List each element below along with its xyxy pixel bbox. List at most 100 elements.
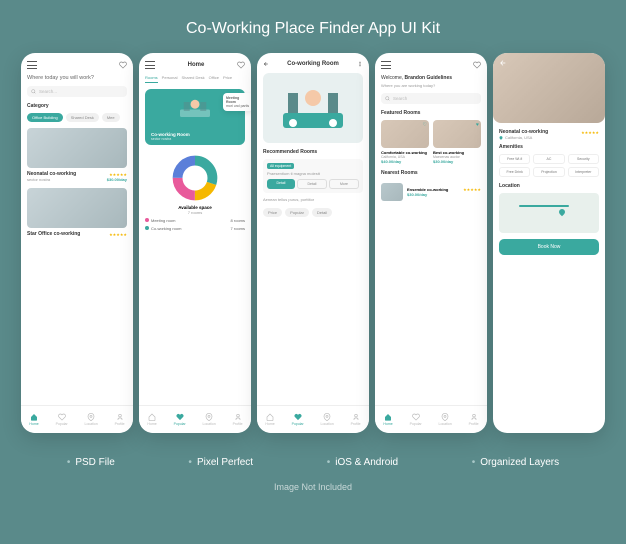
search-placeholder: Search <box>393 96 407 101</box>
amenity-interpreter: Interpreter <box>568 167 599 177</box>
book-button[interactable]: Book Now <box>499 239 599 255</box>
hero-card[interactable]: Co-working Roomsector nostra Meeting Roo… <box>145 89 245 145</box>
search-input[interactable]: Search... <box>27 86 127 97</box>
chip-office[interactable]: Office Building <box>27 113 63 122</box>
welcome-question: Where you are working today? <box>381 83 481 88</box>
nav-home[interactable]: Home <box>383 413 392 426</box>
nav-profile[interactable]: Profile <box>115 413 125 426</box>
chip-shared[interactable]: Shared Desk <box>66 113 99 122</box>
filter-price[interactable]: Price <box>263 208 282 217</box>
nav-popular[interactable]: Popular <box>410 413 422 426</box>
amenity-security: Security <box>568 154 599 164</box>
filter-tabs: Rooms Personal Shared Desk Office Price <box>145 75 245 83</box>
nav-profile[interactable]: Profile <box>469 413 479 426</box>
listing-image <box>27 128 127 168</box>
listing-2[interactable]: Star Office co-working★★★★★ <box>27 188 127 237</box>
description: Aenean tellus purus, porttitor <box>263 197 363 202</box>
chip-meeting[interactable]: Mee <box>102 113 120 122</box>
filter-popular[interactable]: Popular <box>285 208 309 217</box>
tab-personal[interactable]: Personal <box>162 75 178 83</box>
detail-btn[interactable]: Detail <box>267 179 295 189</box>
rec-sub: Praesentium ti magna molestt <box>267 171 359 176</box>
listing-title: Star Office co-working <box>27 231 80 237</box>
amenity-drink: Free Drink <box>499 167 530 177</box>
featured-label: Featured Rooms <box>381 110 481 116</box>
listing-image <box>27 188 127 228</box>
pin-icon <box>499 136 503 140</box>
back-icon[interactable] <box>263 61 269 67</box>
search-icon <box>31 89 36 94</box>
feature-layers: Organized Layers <box>472 457 559 468</box>
feature-ios: iOS & Android <box>327 457 398 468</box>
listing-price: $30.00/day <box>107 177 127 182</box>
back-icon[interactable] <box>499 59 507 67</box>
nav-profile[interactable]: Profile <box>233 413 243 426</box>
feature-list: PSD File Pixel Perfect iOS & Android Org… <box>0 433 626 476</box>
nav-popular[interactable]: Popular <box>56 413 68 426</box>
tab-rooms[interactable]: Rooms <box>145 75 158 83</box>
hero-sub: sector nostra <box>151 137 190 141</box>
search-input[interactable]: Search <box>381 93 481 104</box>
more-icon[interactable] <box>357 61 363 67</box>
nav-location[interactable]: Location <box>439 413 452 426</box>
nav-location[interactable]: Location <box>203 413 216 426</box>
bottom-nav: Home Popular Location Profile <box>21 405 133 433</box>
featured-price: $40.00/day <box>381 159 429 164</box>
nav-home[interactable]: Home <box>29 413 38 426</box>
page-title: Co-Working Place Finder App UI Kit <box>0 0 626 53</box>
tab-shared[interactable]: Shared Desk <box>181 75 204 83</box>
screen-search: Where today you will work? Search... Cat… <box>21 53 133 433</box>
heart-icon[interactable] <box>473 61 481 69</box>
amenities-grid: Free Wi-fi AC Security Free Drink Projec… <box>499 154 599 177</box>
menu-icon[interactable] <box>381 61 391 69</box>
heart-icon[interactable]: ♥ <box>476 122 479 128</box>
category-label: Category <box>27 103 127 109</box>
donut-chart <box>172 155 218 201</box>
stat-meeting: Meeting room8 rooms <box>145 218 245 223</box>
meeting-card[interactable]: Meeting Roommori und partis <box>223 93 251 111</box>
feature-pixel: Pixel Perfect <box>188 457 253 468</box>
nav-home[interactable]: Home <box>265 413 274 426</box>
listing-1[interactable]: Neonatal co-working★★★★★ sector nostra$3… <box>27 128 127 182</box>
recommended-card: All equipment Praesentium ti magna moles… <box>263 159 363 193</box>
screen-home: Home Rooms Personal Shared Desk Office P… <box>139 53 251 433</box>
screen-welcome: Welcome, Brandon Guidelines Where you ar… <box>375 53 487 433</box>
location-row: California, USA <box>499 135 599 140</box>
menu-icon[interactable] <box>27 61 37 69</box>
tab-price[interactable]: Price <box>223 75 232 83</box>
footer-note: Image Not Included <box>0 476 626 492</box>
nav-popular[interactable]: Popular <box>174 413 186 426</box>
featured-price: $30.00/day <box>433 159 481 164</box>
rating-stars: ★★★★★ <box>109 172 127 177</box>
nav-location[interactable]: Location <box>85 413 98 426</box>
nearest-image <box>381 183 403 201</box>
screen-room-detail: Co-working Room Recommended Rooms All eq… <box>257 53 369 433</box>
rating-stars: ★★★★★ <box>463 187 481 192</box>
filter-detail[interactable]: Detail <box>312 208 332 217</box>
featured-card-1[interactable]: ♡ Comfortable co-working California, USA… <box>381 120 429 164</box>
detail-btn-2[interactable]: Detail <box>297 179 327 189</box>
featured-card-2[interactable]: ♥ Best co-working Maecenas auctor $30.00… <box>433 120 481 164</box>
listing-sub: sector nostra <box>27 177 50 182</box>
heart-icon[interactable] <box>119 61 127 69</box>
location-label: Location <box>499 183 599 189</box>
room-illustration <box>263 73 363 143</box>
nearest-item[interactable]: Ensemble co-working★★★★★ $30.00/day <box>381 180 481 204</box>
detail-hero-image <box>493 53 605 123</box>
phone-mockups: Where today you will work? Search... Cat… <box>0 53 626 433</box>
search-icon <box>385 96 390 101</box>
tab-office[interactable]: Office <box>209 75 219 83</box>
amenity-projection: Projection <box>533 167 564 177</box>
nav-location[interactable]: Location <box>321 413 334 426</box>
nav-home[interactable]: Home <box>147 413 156 426</box>
screen-booking: Neonatal co-working★★★★★ California, USA… <box>493 53 605 433</box>
more-btn[interactable]: More <box>329 179 359 189</box>
map-view[interactable] <box>499 193 599 233</box>
nav-popular[interactable]: Popular <box>292 413 304 426</box>
bottom-nav: Home Popular Location Profile <box>257 405 369 433</box>
heart-icon[interactable] <box>237 61 245 69</box>
nav-profile[interactable]: Profile <box>351 413 361 426</box>
menu-icon[interactable] <box>145 61 155 69</box>
heart-icon[interactable]: ♡ <box>423 122 427 128</box>
amenity-ac: AC <box>533 154 564 164</box>
